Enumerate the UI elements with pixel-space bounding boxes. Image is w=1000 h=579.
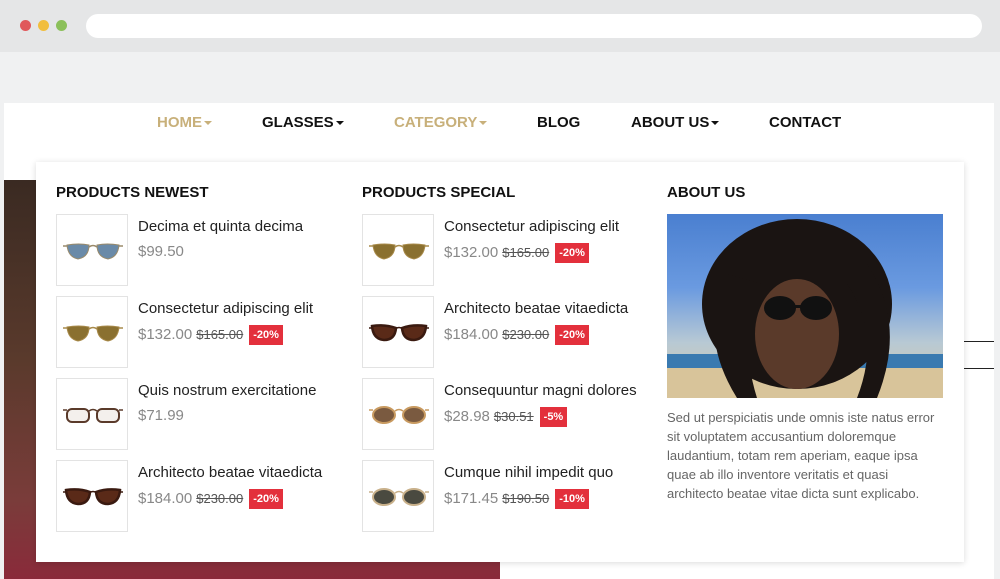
product-price: $99.50 [138,243,184,260]
products-special-title: PRODUCTS SPECIAL [362,184,516,201]
product-price: $184.00 [444,325,499,343]
product-item[interactable]: Architecto beatae vitaedicta $184.00 $230… [56,460,346,532]
product-thumbnail[interactable] [362,460,434,532]
product-name[interactable]: Consectetur adipiscing elit [444,218,619,235]
product-item[interactable]: Decima et quinta decima $99.50 [56,214,346,286]
nav-about-us[interactable]: ABOUT US [631,114,720,131]
address-bar[interactable] [86,14,982,38]
product-old-price: $230.00 [196,490,244,506]
product-old-price: $30.51 [493,408,534,424]
about-us-photo [667,214,943,398]
product-item[interactable]: Consectetur adipiscing elit $132.00 $165.… [362,214,652,286]
close-window-icon[interactable] [20,20,31,31]
products-newest-title: PRODUCTS NEWEST [56,184,209,201]
about-us-text: Sed ut perspiciatis unde omnis iste natu… [667,410,935,501]
discount-badge: -20% [555,325,589,345]
product-old-price: $165.00 [502,244,550,260]
about-us-title: ABOUT US [667,184,746,201]
nav-contact[interactable]: CONTACT [769,114,841,131]
product-thumbnail[interactable] [56,460,128,532]
product-price: $184.00 [138,489,193,507]
nav-home-label: HOME [157,114,202,131]
nav-contact-label: CONTACT [769,114,842,131]
product-thumbnail[interactable] [362,296,434,368]
chevron-down-icon [479,121,488,126]
product-name[interactable]: Decima et quinta decima [138,218,303,235]
product-price-row: $99.50 [138,243,184,260]
product-price-row: $171.45 $190.50 -10% [444,489,589,509]
product-thumbnail[interactable] [56,378,128,450]
nav-blog[interactable]: BLOG [537,114,580,131]
nav-category-label: CATEGORY [394,114,478,131]
nav-category[interactable]: CATEGORY [394,114,488,131]
nav-about-us-label: ABOUT US [631,114,710,131]
product-item[interactable]: Architecto beatae vitaedicta $184.00 $230… [362,296,652,368]
product-item[interactable]: Cumque nihil impedit quo $171.45 $190.50-… [362,460,652,532]
product-name[interactable]: Architecto beatae vitaedicta [138,464,322,481]
product-name[interactable]: Architecto beatae vitaedicta [444,300,628,317]
product-price: $171.45 [444,489,499,507]
product-thumbnail[interactable] [56,214,128,286]
product-price-row: $132.00 $165.00 -20% [138,325,283,345]
product-price-row: $184.00 $230.00 -20% [444,325,589,345]
product-old-price: $230.00 [502,326,550,342]
product-old-price: $190.50 [502,490,550,506]
product-thumbnail[interactable] [56,296,128,368]
discount-badge: -20% [249,489,283,509]
product-price: $28.98 [444,407,490,425]
product-name[interactable]: Quis nostrum exercitatione [138,382,316,399]
product-price: $132.00 [138,325,193,343]
nav-glasses-label: GLASSES [262,114,334,131]
chevron-down-icon [711,121,720,126]
product-name[interactable]: Cumque nihil impedit quo [444,464,613,481]
product-name[interactable]: Consectetur adipiscing elit [138,300,313,317]
product-thumbnail[interactable] [362,214,434,286]
product-item[interactable]: Consequuntur magni dolores $28.98 $30.51-… [362,378,652,450]
chevron-down-icon [335,121,344,126]
browser-toolbar [0,0,1000,52]
product-thumbnail[interactable] [362,378,434,450]
maximize-window-icon[interactable] [56,20,67,31]
mega-menu-dropdown: PRODUCTS NEWEST PRODUCTS SPECIAL ABOUT U… [36,162,964,562]
product-old-price: $165.00 [196,326,244,342]
product-price: $132.00 [444,243,499,261]
product-price-row: $71.99 [138,407,184,424]
main-nav: HOME GLASSES CATEGORY BLOG ABOUT US CONT… [4,103,994,143]
discount-badge: -10% [555,489,589,509]
product-price: $71.99 [138,407,184,424]
discount-badge: -20% [249,325,283,345]
product-name[interactable]: Consequuntur magni dolores [444,382,637,399]
nav-blog-label: BLOG [537,114,581,131]
discount-badge: -5% [539,407,568,427]
discount-badge: -20% [555,243,589,263]
minimize-window-icon[interactable] [38,20,49,31]
product-item[interactable]: Quis nostrum exercitatione $71.99 [56,378,346,450]
product-price-row: $132.00 $165.00 -20% [444,243,589,263]
chevron-down-icon [204,121,212,126]
product-price-row: $28.98 $30.51 -5% [444,407,568,427]
product-item[interactable]: Consectetur adipiscing elit $132.00 $165.… [56,296,346,368]
nav-glasses[interactable]: GLASSES [262,114,344,131]
product-price-row: $184.00 $230.00 -20% [138,489,283,509]
nav-home[interactable]: HOME [157,114,212,131]
